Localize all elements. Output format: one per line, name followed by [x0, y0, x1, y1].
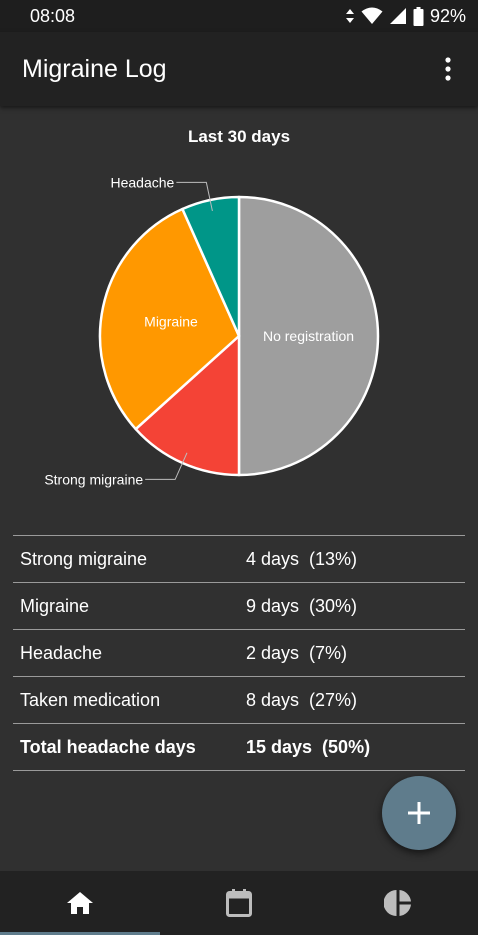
calendar-icon: [225, 889, 252, 917]
stats-table: Strong migraine 4 days (13%) Migraine 9 …: [13, 535, 465, 771]
data-arrows-icon: [345, 9, 354, 23]
stats-label: Taken medication: [20, 689, 161, 710]
nav-statistics[interactable]: [319, 871, 478, 935]
pie-chart: No registration Strong migraine Migraine He…: [44, 174, 380, 487]
plus-icon: [408, 802, 430, 824]
more-vert-icon: [445, 57, 451, 81]
cellular-icon: [389, 8, 406, 24]
stats-label: Migraine: [20, 595, 90, 616]
stats-value: 15 days (50%): [246, 736, 371, 757]
stats-value: 9 days (30%): [246, 595, 358, 616]
home-icon: [66, 892, 93, 914]
stats-value: 8 days (27%): [246, 689, 358, 710]
add-entry-button[interactable]: [382, 776, 456, 850]
stats-value: 4 days (13%): [246, 548, 358, 569]
stats-row-headache: Headache 2 days (7%): [13, 629, 465, 676]
wifi-icon: [361, 7, 383, 24]
overflow-menu-button[interactable]: [434, 49, 462, 89]
app-title: Migraine Log: [22, 54, 167, 83]
stats-row-migraine: Migraine 9 days (30%): [13, 582, 465, 629]
pie-chart-icon: [384, 890, 412, 916]
pie-label-headache: Headache: [111, 174, 175, 190]
nav-calendar[interactable]: [159, 871, 318, 935]
battery-percent: 92%: [429, 5, 466, 26]
status-time: 08:08: [30, 5, 76, 26]
stats-value: 2 days (7%): [246, 642, 348, 663]
status-bar: 08:08 92%: [0, 0, 478, 32]
stats-label: Headache: [20, 642, 103, 663]
stats-row-total: Total headache days 15 days (50%): [13, 723, 465, 771]
stats-label: Strong migraine: [20, 548, 148, 569]
stats-label: Total headache days: [20, 736, 196, 757]
pie-label-strong-migraine: Strong migraine: [44, 471, 143, 487]
bottom-navigation: [0, 871, 478, 935]
app-bar: Migraine Log: [0, 32, 478, 106]
stats-row-strong-migraine: Strong migraine 4 days (13%): [13, 535, 465, 582]
pie-label-no-registration: No registration: [263, 328, 354, 344]
nav-home[interactable]: [0, 871, 159, 935]
chart-title: Last 30 days: [187, 127, 291, 146]
battery-icon: [413, 6, 424, 26]
stats-row-medication: Taken medication 8 days (27%): [13, 676, 465, 723]
status-icons: 92%: [345, 6, 466, 27]
pie-label-migraine: Migraine: [144, 314, 198, 330]
